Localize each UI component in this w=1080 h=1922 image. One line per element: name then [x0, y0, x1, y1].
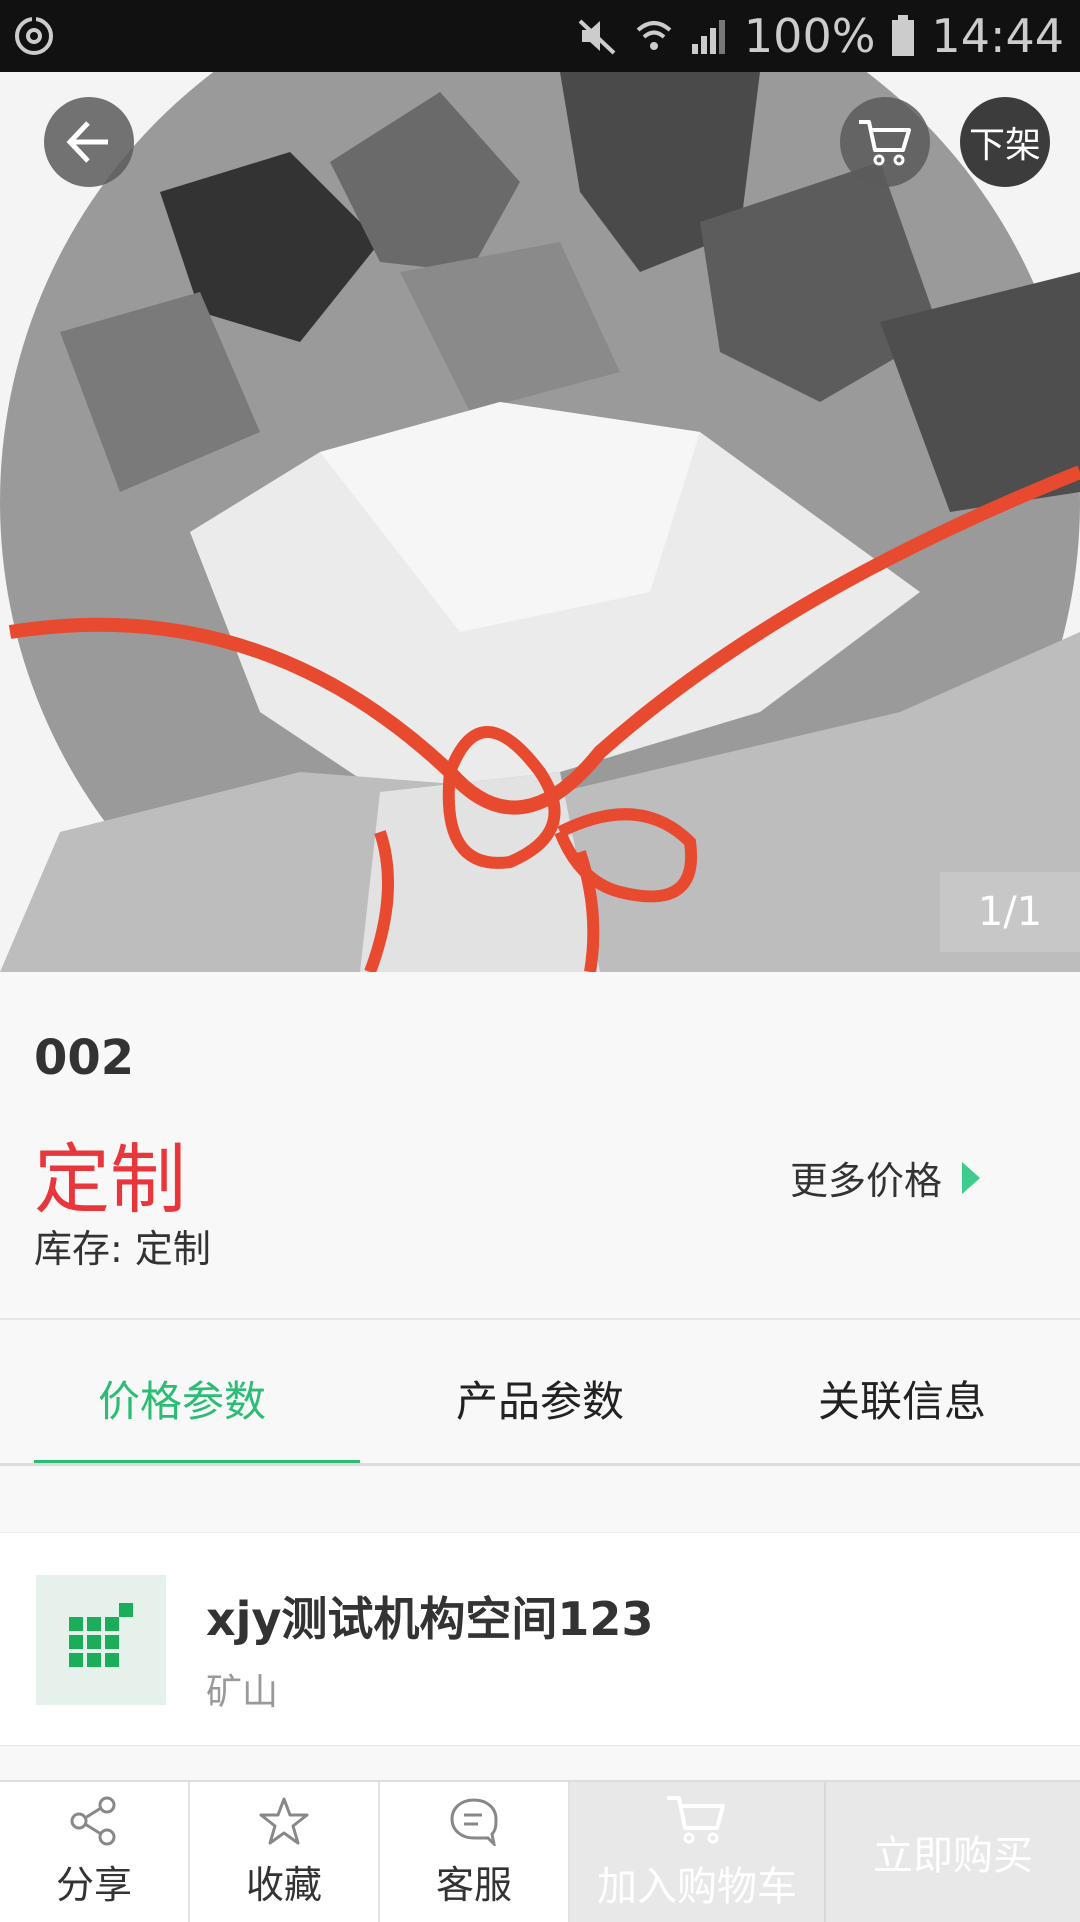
stock-info: 库存: 定制	[34, 1227, 211, 1271]
share-label: 分享	[55, 1862, 132, 1907]
sync-icon	[12, 14, 56, 58]
clock: 14:44	[931, 9, 1064, 63]
status-bar: 100% 14:44	[0, 0, 1080, 72]
tab-bar: 价格参数 产品参数 关联信息	[0, 1320, 1080, 1465]
chevron-right-icon	[962, 1161, 981, 1194]
tab-product-params[interactable]: 产品参数	[456, 1368, 624, 1429]
cart-icon	[859, 120, 911, 166]
offline-button[interactable]: 下架	[960, 97, 1050, 187]
buy-now-label: 立即购买	[873, 1833, 1033, 1879]
product-image-graphic	[0, 72, 1080, 972]
bottom-action-bar: 分享 收藏 客服 加入购物车 立即购买	[0, 1780, 1080, 1922]
favorite-button[interactable]: 收藏	[190, 1782, 380, 1922]
share-button[interactable]: 分享	[0, 1782, 190, 1922]
add-to-cart-button[interactable]: 加入购物车	[570, 1782, 826, 1922]
product-image[interactable]	[0, 72, 1080, 972]
signal-icon	[690, 16, 728, 56]
customer-service-button[interactable]: 客服	[380, 1782, 570, 1922]
chat-icon	[450, 1797, 498, 1846]
share-icon	[70, 1796, 116, 1845]
org-card[interactable]: xjy测试机构空间123 矿山	[0, 1532, 1080, 1746]
back-button[interactable]	[44, 97, 134, 187]
product-price: 定制	[34, 1135, 186, 1224]
buy-now-button[interactable]: 立即购买	[826, 1782, 1080, 1922]
tab-divider	[0, 1463, 1080, 1466]
favorite-label: 收藏	[245, 1862, 322, 1907]
more-price-label: 更多价格	[790, 1159, 943, 1203]
star-icon	[259, 1797, 309, 1844]
org-location: 矿山	[206, 1672, 279, 1713]
tab-price-params[interactable]: 价格参数	[98, 1368, 266, 1429]
tab-related-info[interactable]: 关联信息	[818, 1368, 986, 1429]
battery-icon	[891, 15, 915, 57]
cart-button[interactable]	[840, 97, 930, 187]
more-price-link[interactable]: 更多价格	[790, 1150, 981, 1205]
org-logo	[36, 1575, 166, 1705]
org-name: xjy测试机构空间123	[206, 1592, 654, 1646]
arrow-left-icon	[66, 121, 108, 163]
cart-icon	[667, 1796, 725, 1844]
battery-percent: 100%	[743, 9, 876, 63]
customer-service-label: 客服	[435, 1862, 512, 1907]
image-page-indicator: 1/1	[940, 872, 1080, 952]
wifi-icon	[634, 16, 674, 56]
add-to-cart-label: 加入购物车	[597, 1864, 797, 1910]
product-name: 002	[34, 1030, 135, 1086]
mute-icon	[576, 15, 618, 57]
grid-icon	[69, 1603, 133, 1667]
